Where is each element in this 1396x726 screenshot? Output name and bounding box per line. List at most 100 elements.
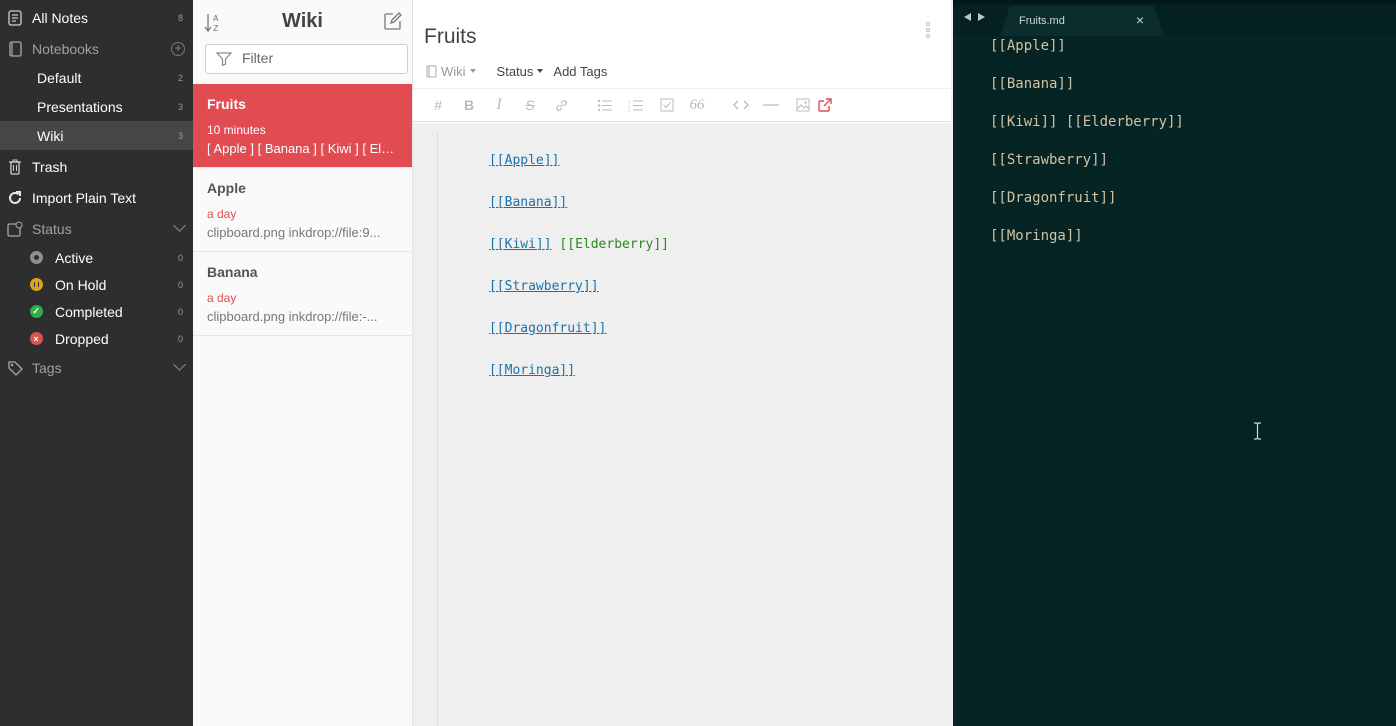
wiki-link[interactable]: [[Banana]]: [489, 195, 567, 210]
sidebar-item-import[interactable]: Import Plain Text: [0, 183, 193, 212]
chevron-down-icon[interactable]: [173, 219, 186, 232]
external-editor-window: Fruits.md × [[Apple]] [[Banana]] [[Kiwi]…: [953, 0, 1396, 726]
notebook-name: Wiki: [441, 63, 466, 79]
editor-line: [[Banana]]: [442, 180, 567, 225]
wiki-link[interactable]: [[Kiwi]]: [489, 237, 552, 252]
status-selector[interactable]: Status: [497, 64, 544, 79]
on-hold-status-icon: [28, 277, 44, 293]
note-list-item[interactable]: Banana a day clipboard.png inkdrop://fil…: [193, 252, 412, 336]
note-meta-bar: Wiki Status Add Tags: [426, 62, 607, 80]
sidebar-item-all-notes[interactable]: All Notes 8: [0, 4, 193, 32]
refresh-icon: [7, 190, 23, 206]
sidebar-item-label: Dropped: [55, 330, 109, 347]
note-count: 8: [177, 13, 183, 23]
strikethrough-icon[interactable]: S: [523, 97, 537, 113]
sidebar-item-label: Notebooks: [32, 40, 99, 57]
svg-text:3: 3: [628, 108, 631, 112]
editor-line: [[Dragonfruit]]: [990, 190, 1117, 206]
bold-icon[interactable]: B: [462, 97, 476, 113]
note-list-header: AZ Wiki: [193, 0, 412, 42]
close-icon[interactable]: ×: [1136, 12, 1144, 28]
completed-status-icon: ✓: [28, 304, 44, 320]
note-title: Fruits: [207, 96, 246, 112]
sidebar-item-label: Active: [55, 249, 94, 266]
filter-field[interactable]: [205, 44, 408, 74]
notes-icon: [7, 10, 23, 26]
note-count: 2: [177, 72, 183, 83]
note-title-field[interactable]: Fruits: [424, 25, 477, 49]
wiki-link[interactable]: [[Strawberry]]: [489, 279, 599, 294]
filter-input[interactable]: [242, 50, 392, 66]
note-date: a day: [207, 291, 237, 305]
sidebar-item-label: All Notes: [32, 10, 89, 26]
wiki-link[interactable]: [[Apple]]: [489, 153, 559, 168]
note-count: 0: [177, 306, 183, 317]
notebook-icon: [426, 65, 437, 77]
sidebar-item-default[interactable]: Default 2: [0, 63, 193, 92]
wiki-link[interactable]: [[Dragonfruit]]: [489, 321, 606, 336]
more-options-icon[interactable]: [925, 21, 931, 39]
sidebar-item-label: Status: [32, 220, 72, 237]
editor-line: [[Kiwi]] [[Elderberry]]: [442, 222, 669, 267]
new-note-icon[interactable]: [383, 12, 402, 31]
markdown-editor[interactable]: [[Apple]] [[Banana]] [[Kiwi]] [[Elderber…: [413, 123, 951, 726]
note-count: 0: [177, 279, 183, 290]
back-arrow-icon[interactable]: [964, 13, 971, 21]
link-icon[interactable]: [553, 97, 569, 113]
note-count: 3: [177, 130, 183, 141]
note-title: Banana: [207, 264, 258, 280]
image-icon[interactable]: [795, 97, 811, 113]
sidebar-item-presentations[interactable]: Presentations 3: [0, 92, 193, 121]
notebook-title: Wiki: [282, 10, 323, 32]
note-date: 10 minutes: [207, 123, 266, 137]
note-title: Apple: [207, 180, 246, 196]
sidebar-item-wiki[interactable]: Wiki 3: [0, 121, 193, 150]
editor-pane: Fruits Wiki Status Add Tags # B I S 123: [413, 0, 951, 726]
add-notebook-icon[interactable]: +: [171, 41, 185, 56]
code-icon[interactable]: [732, 97, 750, 113]
tag-icon: [7, 360, 23, 376]
wiki-link-unresolved: [[Elderberry]]: [559, 237, 669, 252]
forward-arrow-icon[interactable]: [978, 13, 985, 21]
tab-bar: Fruits.md ×: [953, 0, 1396, 36]
heading-icon[interactable]: #: [431, 97, 445, 113]
editor-gutter: [437, 133, 438, 726]
tab-fruits-md[interactable]: Fruits.md ×: [1000, 6, 1164, 36]
notebook-selector[interactable]: Wiki: [426, 64, 476, 79]
external-editor-icon[interactable]: [817, 97, 833, 113]
note-preview: [ Apple ] [ Banana ] [ Kiwi ] [ Elderber…: [207, 141, 401, 156]
editor-line: [[Moringa]]: [442, 348, 575, 393]
note-date: a day: [207, 207, 237, 221]
caret-down-icon: [469, 69, 476, 73]
chevron-down-icon[interactable]: [173, 358, 186, 371]
sidebar-item-active[interactable]: Active 0: [0, 243, 193, 272]
editor-line: [[Apple]]: [442, 138, 559, 183]
sidebar-item-notebooks[interactable]: Notebooks +: [0, 34, 193, 63]
sidebar-item-trash[interactable]: Trash: [0, 152, 193, 181]
sidebar-item-on-hold[interactable]: On Hold 0: [0, 270, 193, 299]
editor-line: [[Dragonfruit]]: [442, 306, 606, 351]
note-list-item[interactable]: Apple a day clipboard.png inkdrop://file…: [193, 168, 412, 252]
sidebar-item-status[interactable]: Status: [0, 214, 193, 243]
sidebar-item-tags[interactable]: Tags: [0, 353, 193, 382]
dropped-status-icon: ×: [28, 331, 44, 347]
sidebar-item-completed[interactable]: ✓ Completed 0: [0, 297, 193, 326]
checkbox-icon[interactable]: [659, 97, 675, 113]
sidebar: All Notes 8 Notebooks + Default 2 Presen…: [0, 0, 193, 726]
add-tags-button[interactable]: Add Tags: [553, 64, 607, 79]
sidebar-item-dropped[interactable]: × Dropped 0: [0, 324, 193, 353]
quote-icon[interactable]: 66: [689, 97, 705, 113]
sidebar-item-label: Tags: [32, 359, 62, 376]
note-preview: clipboard.png inkdrop://file:-...: [207, 309, 378, 324]
numbered-list-icon[interactable]: 123: [627, 97, 643, 113]
horizontal-rule-icon[interactable]: [763, 97, 779, 113]
sidebar-item-label: Presentations: [37, 98, 123, 115]
formatting-toolbar: # B I S 123 66: [413, 88, 951, 122]
wiki-link[interactable]: [[Moringa]]: [489, 363, 575, 378]
caret-down-icon: [537, 69, 544, 73]
editor-line: [[Kiwi]] [[Elderberry]]: [990, 114, 1184, 130]
italic-icon[interactable]: I: [492, 96, 506, 113]
tab-bar-edge: [953, 0, 1396, 4]
note-list-item[interactable]: Fruits 10 minutes [ Apple ] [ Banana ] […: [193, 84, 412, 168]
bullet-list-icon[interactable]: [596, 97, 612, 113]
